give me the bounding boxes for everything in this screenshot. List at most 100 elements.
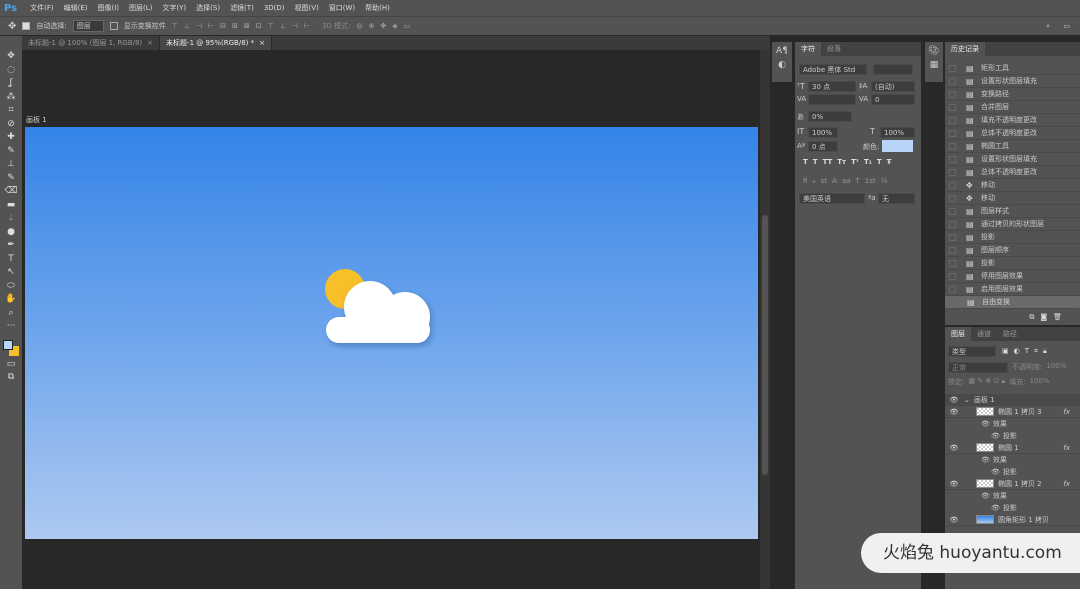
antialias-select[interactable]: 无 [878,193,915,204]
menu-item[interactable]: 视图(V) [290,3,324,13]
eye-icon[interactable]: 👁︎ [991,504,1000,512]
tool-icon[interactable]: ✎ [4,172,18,186]
menu-item[interactable]: 编辑(E) [59,3,93,13]
menu-item[interactable]: 文件(F) [25,3,59,13]
history-checkbox[interactable] [949,220,956,228]
history-item[interactable]: ▤ 设置形状图层填充 [945,75,1080,88]
fx-icon[interactable]: fx [1063,408,1070,416]
baseline-field[interactable]: 0 点 [808,141,838,152]
workspace-icon[interactable]: ▭ [1063,22,1070,30]
layer-row[interactable]: 👁︎ ⌄ 画板 1 [945,394,1080,406]
document-tab[interactable]: 未标题-1 @ 95%(RGB/8) * × [160,36,272,50]
kerning-field[interactable] [808,94,856,105]
eye-icon[interactable]: 👁︎ [948,516,960,524]
tool-icon[interactable]: ✥ [4,50,18,64]
mode-icon[interactable]: ⧉ [4,371,18,385]
move-tool-icon[interactable]: ✥ [8,21,16,32]
layer-row[interactable]: 👁︎ 投影 [945,430,1080,442]
language-select[interactable]: 美国英语 [799,193,865,204]
panel-tab[interactable]: 通道 [971,327,997,341]
history-checkbox[interactable] [949,142,956,150]
trash-icon[interactable]: 🗑︎ [1053,313,1068,321]
auto-select-checkbox[interactable] [22,22,31,30]
history-item[interactable]: ✥ 移动 [945,192,1080,205]
history-checkbox[interactable] [949,129,956,137]
layer-row[interactable]: 👁︎ 椭圆 1 拷贝 2 fx [945,478,1080,490]
font-family-select[interactable]: Adobe 黑体 Std [799,64,867,75]
color-swatches[interactable] [3,339,19,358]
menu-item[interactable]: 文字(Y) [157,3,191,13]
tool-icon[interactable]: ⊘ [4,118,18,132]
tool-icon[interactable]: 💧︎ [4,212,18,226]
tool-icon[interactable]: ▬ [4,199,18,213]
text-style-button[interactable]: T [803,158,808,166]
text-color-swatch[interactable] [882,140,913,152]
eye-icon[interactable]: 👁︎ [948,480,960,488]
fx-icon[interactable]: fx [1063,480,1070,488]
palette-icon[interactable]: 🎨︎ [925,46,943,56]
font-size-field[interactable]: 30 点 [808,81,856,92]
history-checkbox[interactable] [949,181,956,189]
layer-row[interactable]: 👁︎ 效果 [945,490,1080,502]
history-item[interactable]: ▤ 合并图层 [945,101,1080,114]
fx-icon[interactable]: fx [1063,444,1070,452]
history-item[interactable]: ✥ 移动 [945,179,1080,192]
tool-icon[interactable]: ··· [4,320,18,334]
mode-icon[interactable]: ▭ [4,358,18,372]
tool-icon[interactable]: ✚ [4,131,18,145]
adjustments-icon[interactable]: ◐ [772,60,792,70]
eye-icon[interactable]: 👁︎ [991,468,1000,476]
history-item[interactable]: ▤ 通过拷贝的形状图层 [945,218,1080,231]
eye-icon[interactable]: 👁︎ [991,432,1000,440]
vertical-scale-field[interactable]: 100% [808,127,838,138]
search-icon[interactable]: ⌕ [1046,22,1050,31]
close-icon[interactable]: × [147,39,153,47]
menu-item[interactable]: 窗口(W) [324,3,360,13]
tool-icon[interactable]: ✎ [4,145,18,159]
history-item[interactable]: ▤ 自由变换 [945,296,1080,309]
tool-icon[interactable]: ✒ [4,239,18,253]
new-document-icon[interactable]: ⧉ [1029,313,1040,321]
auto-select-dropdown[interactable]: 图层 [72,20,104,32]
history-item[interactable]: ▤ 图层样式 [945,205,1080,218]
history-item[interactable]: ▤ 投影 [945,257,1080,270]
history-checkbox[interactable] [949,194,956,202]
history-item[interactable]: ▤ 填充不透明度更改 [945,114,1080,127]
history-checkbox[interactable] [949,90,956,98]
text-style-button[interactable]: T [813,158,818,166]
history-checkbox[interactable] [949,272,956,280]
history-checkbox[interactable] [950,299,957,306]
layer-row[interactable]: 👁︎ 圆角矩形 1 拷贝 [945,514,1080,526]
leading-field[interactable]: (自动) [871,81,915,92]
history-checkbox[interactable] [949,233,956,241]
menu-item[interactable]: 滤镜(T) [225,3,259,13]
history-checkbox[interactable] [949,103,956,111]
menu-item[interactable]: 3D(D) [259,4,290,12]
opentype-button[interactable]: ℴ [812,177,815,185]
opentype-button[interactable]: aa [842,177,851,185]
tab-history[interactable]: 历史记录 [945,42,985,56]
text-style-button[interactable]: T₁ [864,158,872,166]
show-transform-checkbox[interactable] [109,22,118,30]
layer-row[interactable]: 👁︎ 效果 [945,454,1080,466]
history-checkbox[interactable] [949,168,956,176]
character-panel-icon[interactable]: A¶ [772,46,792,56]
opentype-button[interactable]: A [832,177,837,185]
history-checkbox[interactable] [949,77,956,85]
eye-icon[interactable]: 👁︎ [948,396,960,404]
layer-row[interactable]: 👁︎ 投影 [945,502,1080,514]
chevron-down-icon[interactable]: ⌄ [964,396,970,404]
history-item[interactable]: ▤ 图层顺序 [945,244,1080,257]
tool-icon[interactable]: ⌗ [4,104,18,118]
history-checkbox[interactable] [949,64,956,72]
tool-icon[interactable]: T [4,253,18,267]
history-item[interactable]: ▤ 矩形工具 [945,62,1080,75]
history-checkbox[interactable] [949,116,956,124]
eye-icon[interactable]: 👁︎ [981,420,990,428]
tool-icon[interactable]: ⌕ [4,307,18,321]
text-style-button[interactable]: T [877,158,882,166]
history-item[interactable]: ▤ 投影 [945,231,1080,244]
eye-icon[interactable]: 👁︎ [981,492,990,500]
layer-row[interactable]: 👁︎ 效果 [945,418,1080,430]
font-style-select[interactable] [873,64,913,75]
